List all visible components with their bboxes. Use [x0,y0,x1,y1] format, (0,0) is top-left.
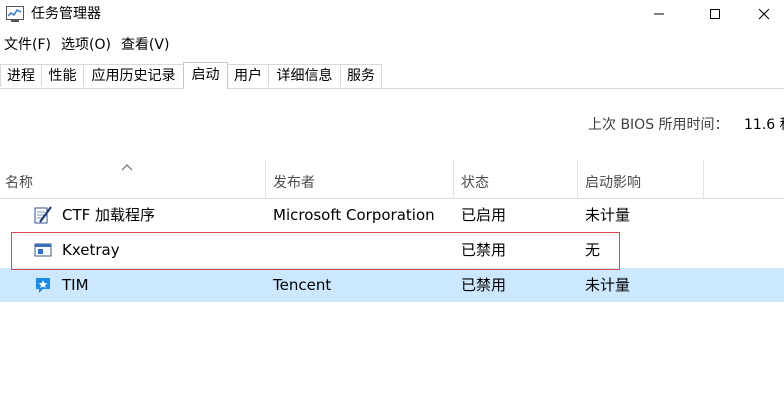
tab-strip: 进程 性能 应用历史记录 启动 用户 详细信息 服务 [0,62,784,89]
column-header-status[interactable]: 状态 [461,174,489,192]
tab-services[interactable]: 服务 [340,64,382,87]
table-row-selected[interactable]: TIM Tencent 已禁用 未计量 [0,268,784,302]
table-header: 名称 发布者 状态 启动影响 [0,160,784,199]
column-header-publisher[interactable]: 发布者 [273,174,315,192]
tab-processes[interactable]: 进程 [0,64,42,87]
row-publisher: Microsoft Corporation [273,206,435,224]
row-name: CTF 加载程序 [62,206,156,224]
task-manager-icon [6,6,24,22]
column-header-startup-impact[interactable]: 启动影响 [585,174,641,192]
column-divider[interactable] [453,160,454,198]
tim-icon [36,278,50,293]
bios-time-label: 上次 BIOS 所用时间： [588,117,729,133]
window-title: 任务管理器 [31,6,101,22]
tab-performance[interactable]: 性能 [41,64,84,87]
table-row[interactable]: CTF 加载程序 Microsoft Corporation 已启用 未计量 [0,198,784,232]
tab-app-history[interactable]: 应用历史记录 [83,64,184,87]
row-status: 已启用 [461,206,507,224]
column-divider[interactable] [265,160,266,198]
menu-options[interactable]: 选项(O) [57,34,117,56]
close-button[interactable] [744,0,784,28]
minimize-icon [654,13,664,15]
maximize-button[interactable] [692,0,738,28]
bios-time-value: 11.6 秒 [744,117,784,133]
highlight-annotation-box [11,232,620,270]
menu-bar: 文件(F) 选项(O) 查看(V) [0,34,175,56]
menu-file[interactable]: 文件(F) [0,34,57,56]
minimize-button[interactable] [636,0,682,28]
row-status: 已禁用 [461,276,507,294]
column-divider[interactable] [577,160,578,198]
row-impact: 未计量 [585,206,631,224]
column-divider[interactable] [703,160,704,198]
row-publisher: Tencent [273,276,332,294]
close-icon [758,8,770,20]
tab-details[interactable]: 详细信息 [268,64,341,87]
maximize-icon [710,9,720,19]
tab-startup[interactable]: 启动 [183,62,228,89]
title-bar[interactable]: 任务管理器 [0,0,784,28]
menu-view[interactable]: 查看(V) [117,34,176,56]
row-name: TIM [62,276,89,294]
column-header-name[interactable]: 名称 [5,174,33,192]
ctf-loader-icon [34,206,52,224]
tab-users[interactable]: 用户 [227,64,269,87]
row-impact: 未计量 [585,276,631,294]
